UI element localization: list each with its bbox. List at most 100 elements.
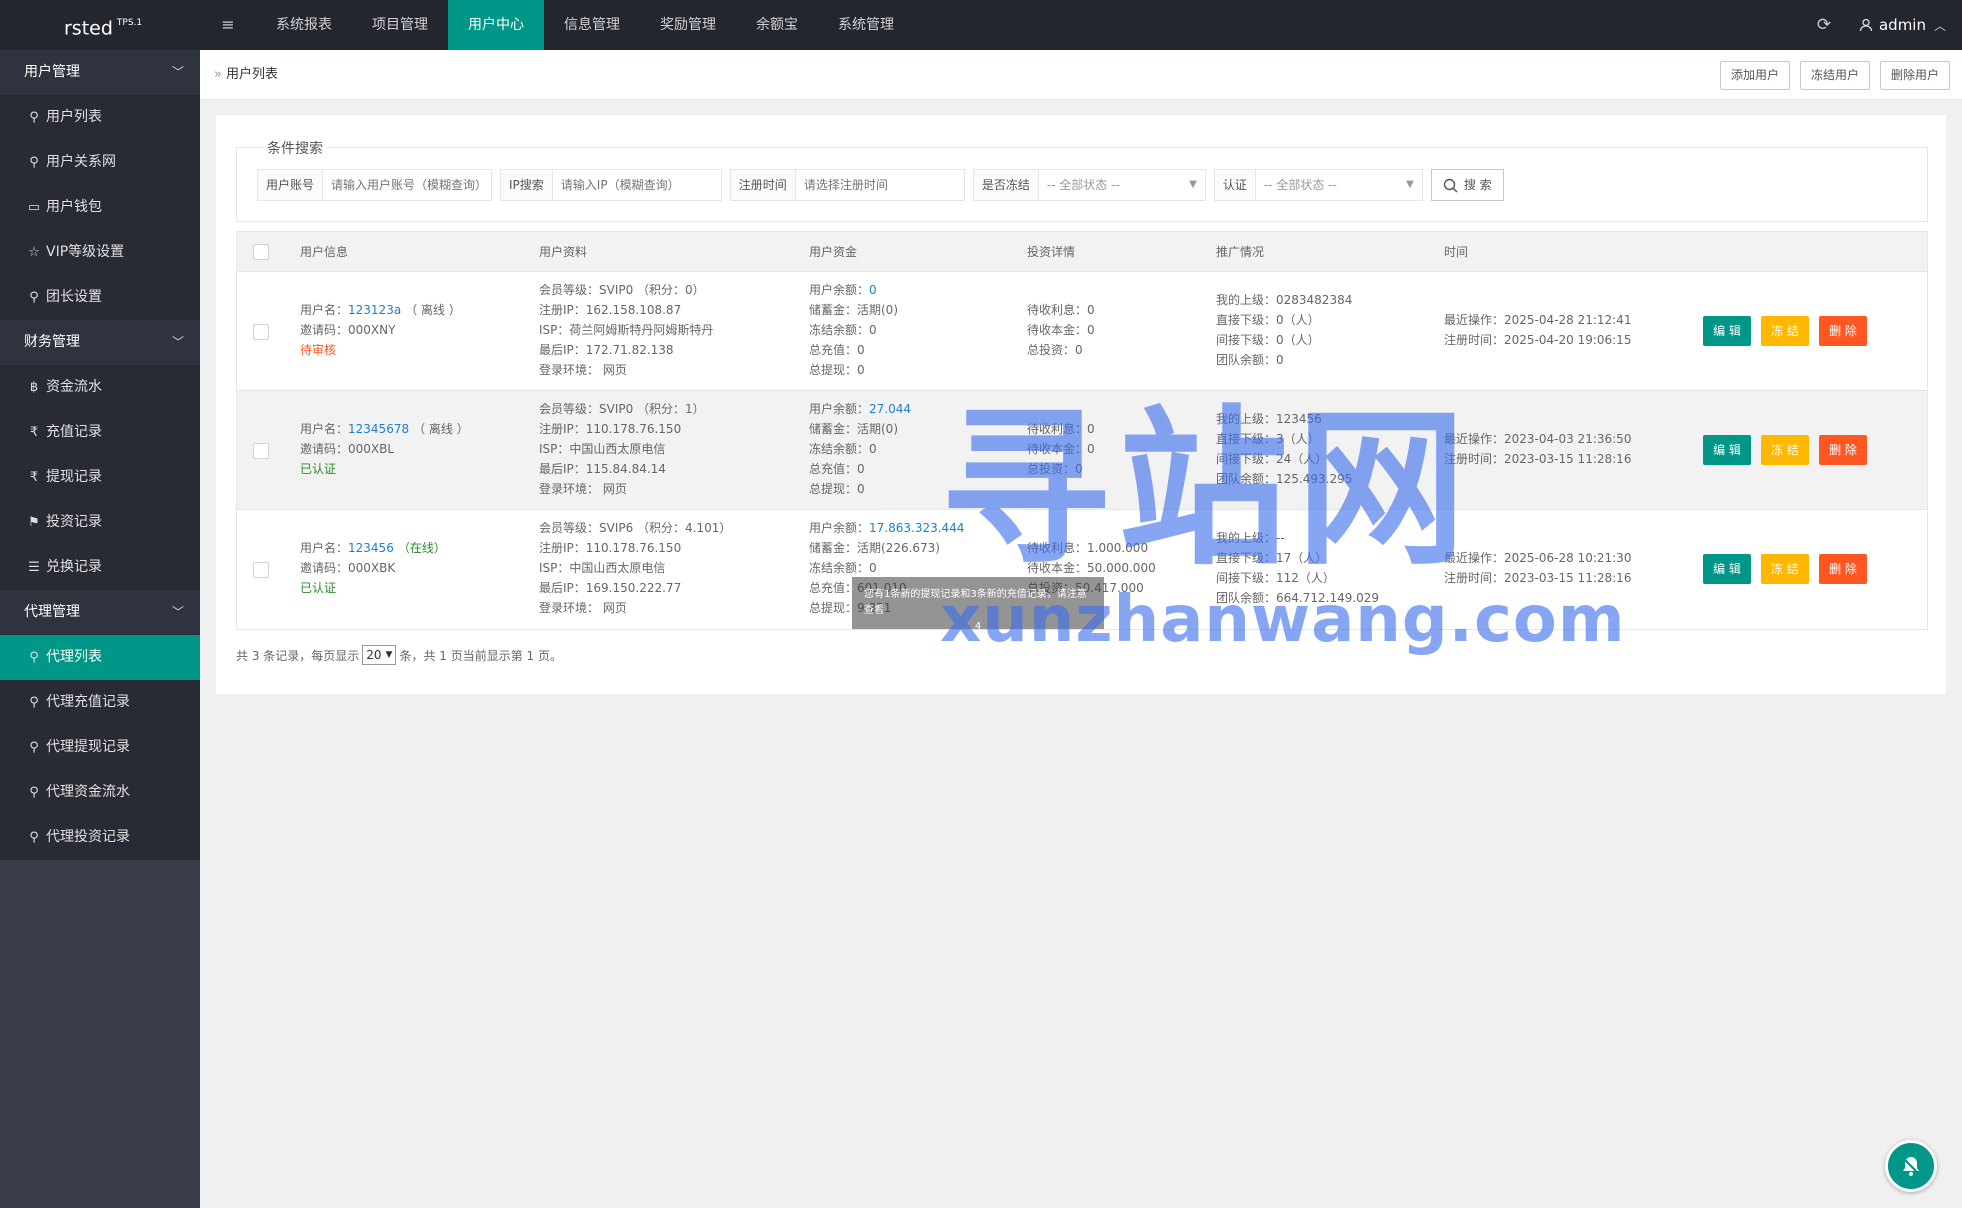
freeze-users-button[interactable]: 冻结用户 xyxy=(1799,61,1870,90)
edit-button[interactable]: 编 辑 xyxy=(1703,554,1751,584)
row-checkbox[interactable] xyxy=(253,443,269,459)
sidebar-item-recharge-records[interactable]: ₹ 充值记录 xyxy=(0,410,200,455)
balance-link[interactable]: 27.044 xyxy=(869,402,911,416)
app-logo[interactable]: rsted TPS.1 xyxy=(0,0,200,50)
balance-link[interactable]: 17.863.323.444 xyxy=(869,521,964,535)
nav-system-management[interactable]: 系统管理 xyxy=(818,0,914,50)
freeze-button[interactable]: 冻 结 xyxy=(1761,435,1809,465)
user-icon: ⚲ xyxy=(29,740,39,755)
user-funds-cell: 用户余额：27.044 储蓄金：活期(0) 冻结余额：0 总充值：0 总提现：0 xyxy=(809,402,912,496)
sidebar-item-agent-withdraw[interactable]: ⚲ 代理提现记录 xyxy=(0,725,200,770)
nav-balance-treasure[interactable]: 余额宝 xyxy=(736,0,818,50)
nav-info-management[interactable]: 信息管理 xyxy=(544,0,640,50)
search-button[interactable]: 搜 索 xyxy=(1430,169,1504,201)
row-checkbox[interactable] xyxy=(253,324,269,340)
invite-code: 邀请码：000XBL xyxy=(300,442,395,456)
username-link[interactable]: 123123a xyxy=(348,303,401,317)
sidebar-item-leader-settings[interactable]: ⚲ 团长设置 xyxy=(0,275,200,320)
chevron-up-icon: ︿ xyxy=(1933,18,1946,33)
online-status: （ 离线 ） xyxy=(413,422,469,436)
sidebar-item-agent-recharge[interactable]: ⚲ 代理充值记录 xyxy=(0,680,200,725)
user-profile-cell: 会员等级：SVIP6 （积分：4.101） 注册IP：110.178.76.150… xyxy=(539,521,732,615)
username-link[interactable]: 12345678 xyxy=(348,422,409,436)
add-user-button[interactable]: 添加用户 xyxy=(1719,61,1790,90)
freeze-button[interactable]: 冻 结 xyxy=(1761,554,1809,584)
time-cell: 最近操作：2023-04-03 21:36:50 注册时间：2023-03-15 … xyxy=(1444,432,1632,466)
invite-code: 邀请码：000XBK xyxy=(300,561,396,575)
search-icon xyxy=(1443,178,1458,193)
nav-project-management[interactable]: 项目管理 xyxy=(352,0,448,50)
status-badge: 已认证 xyxy=(300,462,337,476)
delete-button[interactable]: 删 除 xyxy=(1819,435,1867,465)
online-status: （在线） xyxy=(397,541,446,555)
pagination: 共 3 条记录，每页显示 20 ▼ 条，共 1 页当前显示第 1 页。 xyxy=(236,645,562,665)
sidebar-item-invest-records[interactable]: ⚑ 投资记录 xyxy=(0,500,200,545)
bitcoin-icon: ฿ xyxy=(29,380,39,395)
account-search-input[interactable] xyxy=(323,170,492,200)
delete-users-button[interactable]: 删除用户 xyxy=(1879,61,1950,90)
caret-down-icon: ▼ xyxy=(1406,179,1414,190)
register-time-input[interactable] xyxy=(795,170,964,200)
sidebar-item-user-wallet[interactable]: ▭ 用户钱包 xyxy=(0,185,200,230)
header-user-profile: 用户资料 xyxy=(539,245,588,259)
auth-select[interactable]: -- 全部状态 -- ▼ xyxy=(1256,170,1422,200)
chevron-down-icon: ﹀ xyxy=(171,605,184,619)
promotion-cell: 我的上级：-- 直接下级：17（人） 间接下级：112（人） 团队余额：664.712… xyxy=(1216,531,1380,605)
toast-message: 您有1条新的提现记录和3条新的充值记录，请注意查看 xyxy=(864,589,1087,616)
sidebar-item-agent-invest[interactable]: ⚲ 代理投资记录 xyxy=(0,815,200,860)
top-right-area: ⟳ admin ︿ xyxy=(1799,0,1962,50)
page-size-select[interactable]: 20 ▼ xyxy=(362,645,397,665)
sidebar-group-finance[interactable]: 财务管理 ﹀ xyxy=(0,320,200,365)
table-header: 用户信息 用户资料 用户资金 投资详情 推广情况 时间 xyxy=(237,232,1927,272)
caret-down-icon: ▼ xyxy=(1189,179,1197,190)
delete-button[interactable]: 删 除 xyxy=(1819,554,1867,584)
username-link[interactable]: 123456 xyxy=(348,541,394,555)
sidebar-group-user-management[interactable]: 用户管理 ﹀ xyxy=(0,50,200,95)
sidebar-item-fund-flow[interactable]: ฿资金流水 xyxy=(0,365,200,410)
sidebar-item-withdraw-records[interactable]: ₹ 提现记录 xyxy=(0,455,200,500)
top-bar: rsted TPS.1 ≡ 系统报表 项目管理 用户中心 信息管理 奖励管理 余额… xyxy=(0,0,1962,50)
sidebar-item-agent-fund-flow[interactable]: ⚲ 代理资金流水 xyxy=(0,770,200,815)
balance-link[interactable]: 0 xyxy=(869,283,877,297)
sidebar-item-user-list[interactable]: ⚲ 用户列表 xyxy=(0,95,200,140)
rupee-icon: ₹ xyxy=(29,425,39,440)
sidebar-group-agent-management[interactable]: 代理管理 ﹀ xyxy=(0,590,200,635)
admin-menu[interactable]: admin ︿ xyxy=(1849,16,1962,34)
sidebar-item-vip-settings[interactable]: ☆ VIP等级设置 xyxy=(0,230,200,275)
ip-search-input[interactable] xyxy=(552,170,721,200)
header-invest-details: 投资详情 xyxy=(1027,245,1076,259)
account-search-group: 用户账号 xyxy=(257,169,493,201)
invest-cell: 待收利息：0 待收本金：0 总投资：0 xyxy=(1027,303,1095,357)
edit-button[interactable]: 编 辑 xyxy=(1703,316,1751,346)
frozen-select[interactable]: -- 全部状态 -- ▼ xyxy=(1039,170,1205,200)
header-time: 时间 xyxy=(1444,245,1469,259)
status-badge: 待审核 xyxy=(300,343,337,357)
logo-version: TPS.1 xyxy=(116,18,143,28)
delete-button[interactable]: 删 除 xyxy=(1819,316,1867,346)
edit-button[interactable]: 编 辑 xyxy=(1703,435,1751,465)
menu-toggle-icon[interactable]: ≡ xyxy=(200,0,256,50)
select-all-checkbox[interactable] xyxy=(253,244,269,260)
bell-off-icon[interactable] xyxy=(1885,1140,1937,1192)
breadcrumb: » 用户列表 xyxy=(214,50,278,100)
list-icon: ☰ xyxy=(28,560,40,575)
nav-user-center[interactable]: 用户中心 xyxy=(448,0,544,50)
promotion-cell: 我的上级：0283482384 直接下级：0（人） 间接下级：0（人） 团队余额：0 xyxy=(1216,293,1353,367)
header-user-funds: 用户资金 xyxy=(809,245,858,259)
ip-search-group: IP搜索 xyxy=(500,169,722,201)
user-icon: ⚲ xyxy=(29,155,39,170)
time-label: 注册时间 xyxy=(730,170,796,200)
sidebar-item-exchange-records[interactable]: ☰ 兑换记录 xyxy=(0,545,200,590)
nav-system-report[interactable]: 系统报表 xyxy=(256,0,352,50)
nav-reward-management[interactable]: 奖励管理 xyxy=(640,0,736,50)
refresh-icon[interactable]: ⟳ xyxy=(1799,0,1849,50)
sidebar-item-user-relations[interactable]: ⚲ 用户关系网 xyxy=(0,140,200,185)
notification-toast[interactable]: 您有1条新的提现记录和3条新的充值记录，请注意查看 4 xyxy=(852,577,1104,632)
freeze-button[interactable]: 冻 结 xyxy=(1761,316,1809,346)
header-promotion: 推广情况 xyxy=(1216,245,1265,259)
rupee-icon: ₹ xyxy=(29,470,39,485)
sidebar: 用户管理 ﹀ ⚲ 用户列表 ⚲ 用户关系网 ▭ 用户钱包 ☆ VIP等级设置 ⚲ 团长设置 … xyxy=(0,50,200,1208)
flag-icon: ⚑ xyxy=(28,515,40,530)
row-checkbox[interactable] xyxy=(253,562,269,578)
sidebar-item-agent-list[interactable]: ⚲ 代理列表 xyxy=(0,635,200,680)
